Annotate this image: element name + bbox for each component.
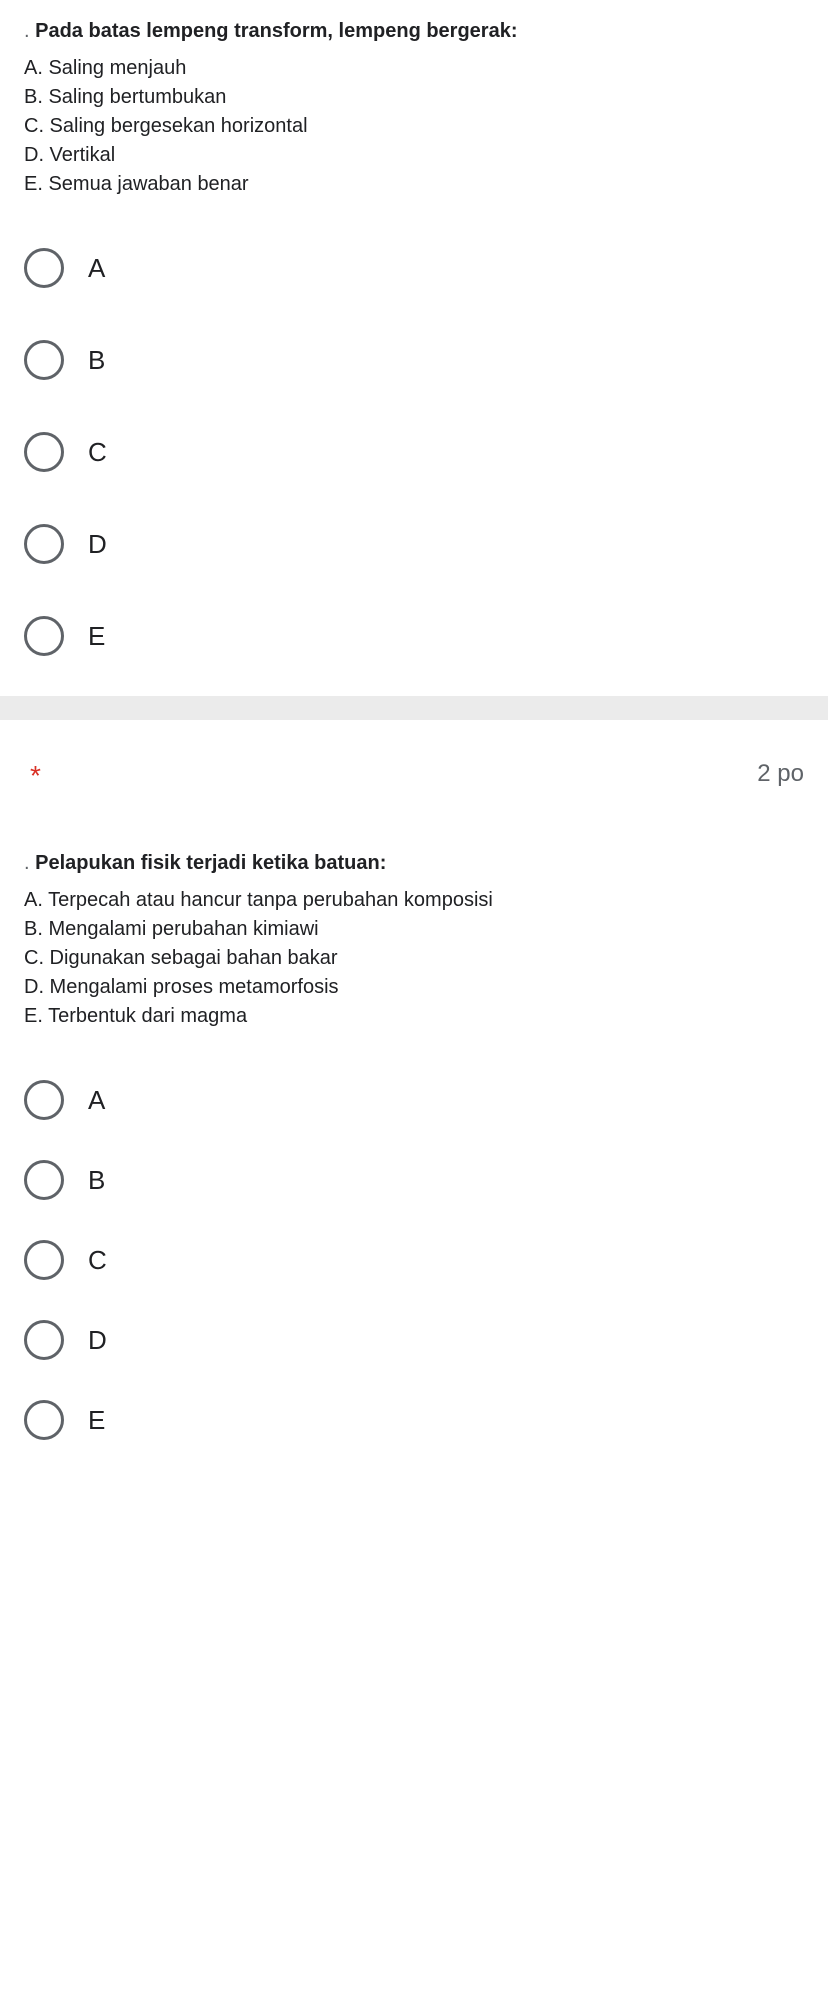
radio-options-2: A B C D E (24, 1080, 804, 1440)
radio-label-2c: C (88, 1245, 107, 1276)
radio-option-1e[interactable]: E (24, 616, 804, 656)
required-star-icon: * (24, 760, 41, 792)
answer-text-2e: E. Terbentuk dari magma (24, 1003, 804, 1030)
radio-option-2e[interactable]: E (24, 1400, 804, 1440)
radio-option-2c[interactable]: C (24, 1240, 804, 1280)
radio-option-2b[interactable]: B (24, 1160, 804, 1200)
radio-option-1b[interactable]: B (24, 340, 804, 380)
question-prefix-dot: . (24, 852, 35, 874)
radio-circle-icon (24, 432, 64, 472)
radio-label-1a: A (88, 253, 105, 284)
radio-option-1a[interactable]: A (24, 248, 804, 288)
radio-circle-icon (24, 1160, 64, 1200)
radio-label-1b: B (88, 345, 105, 376)
answer-text-1a: A. Saling menjauh (24, 55, 804, 82)
question-block-1: . Pada batas lempeng transform, lempeng … (0, 0, 828, 696)
radio-circle-icon (24, 616, 64, 656)
question-title-1: . Pada batas lempeng transform, lempeng … (24, 20, 804, 43)
radio-option-2a[interactable]: A (24, 1080, 804, 1120)
answer-text-1e: E. Semua jawaban benar (24, 171, 804, 198)
radio-option-1c[interactable]: C (24, 432, 804, 472)
radio-circle-icon (24, 340, 64, 380)
radio-circle-icon (24, 1080, 64, 1120)
radio-circle-icon (24, 1240, 64, 1280)
radio-label-2b: B (88, 1165, 105, 1196)
radio-option-1d[interactable]: D (24, 524, 804, 564)
points-label: 2 po (757, 760, 804, 788)
answer-text-1d: D. Vertikal (24, 142, 804, 169)
answer-text-list-2: A. Terpecah atau hancur tanpa perubahan … (24, 887, 804, 1030)
radio-option-2d[interactable]: D (24, 1320, 804, 1360)
radio-label-1c: C (88, 437, 107, 468)
answer-text-1b: B. Saling bertumbukan (24, 84, 804, 111)
radio-label-2e: E (88, 1405, 105, 1436)
question-title-2: . Pelapukan fisik terjadi ketika batuan: (24, 852, 804, 875)
radio-circle-icon (24, 1400, 64, 1440)
question-prefix-dot: . (24, 20, 35, 42)
answer-text-2c: C. Digunakan sebagai bahan bakar (24, 945, 804, 972)
radio-label-2a: A (88, 1085, 105, 1116)
radio-circle-icon (24, 1320, 64, 1360)
radio-options-1: A B C D E (24, 248, 804, 656)
divider (0, 696, 828, 720)
answer-text-2a: A. Terpecah atau hancur tanpa perubahan … (24, 887, 804, 914)
answer-text-2d: D. Mengalami proses metamorfosis (24, 974, 804, 1001)
radio-label-2d: D (88, 1325, 107, 1356)
answer-text-2b: B. Mengalami perubahan kimiawi (24, 916, 804, 943)
question-header-row: * 2 po (0, 720, 828, 852)
radio-label-1d: D (88, 529, 107, 560)
answer-text-1c: C. Saling bergesekan horizontal (24, 113, 804, 140)
radio-circle-icon (24, 248, 64, 288)
radio-label-1e: E (88, 621, 105, 652)
question-title-text-1: Pada batas lempeng transform, lempeng be… (35, 20, 517, 42)
answer-text-list-1: A. Saling menjauh B. Saling bertumbukan … (24, 55, 804, 198)
question-block-2: . Pelapukan fisik terjadi ketika batuan:… (0, 852, 828, 1480)
radio-circle-icon (24, 524, 64, 564)
question-title-text-2: Pelapukan fisik terjadi ketika batuan: (35, 852, 386, 874)
